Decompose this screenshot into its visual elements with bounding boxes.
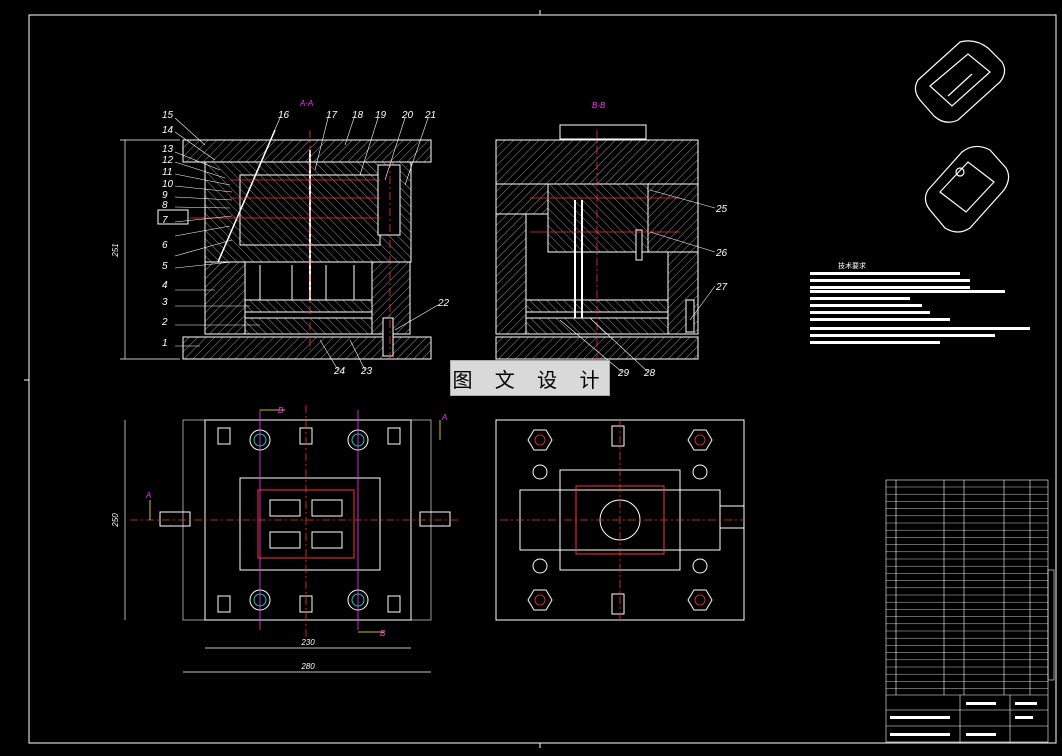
part-19: 19 — [375, 110, 387, 121]
part-28: 28 — [643, 368, 656, 379]
part-11: 11 — [162, 167, 172, 178]
part-numbers-top: 16 17 18 19 20 21 — [278, 110, 436, 121]
part-10: 10 — [162, 179, 174, 190]
part-isometric-bottom — [924, 145, 1010, 233]
part-5: 5 — [162, 261, 168, 272]
part-15: 15 — [162, 110, 174, 121]
part-25: 25 — [715, 204, 728, 215]
part-29: 29 — [617, 368, 630, 379]
dim-outer-width: 280 — [300, 662, 315, 671]
part-14: 14 — [162, 125, 174, 136]
part-8: 8 — [162, 200, 168, 211]
part-3: 3 — [162, 297, 168, 308]
part-27: 27 — [715, 282, 728, 293]
bom-rows — [886, 486, 1048, 689]
section-label-bb: B-B — [592, 101, 606, 110]
tech-req-lines — [810, 272, 1030, 344]
part-20: 20 — [401, 110, 414, 121]
part-1: 1 — [162, 338, 168, 349]
watermark-badge: 图 文 设 计 — [450, 360, 610, 396]
dim-height: 251 — [111, 243, 120, 257]
dim-inner-width: 230 — [300, 638, 315, 647]
marker-b-top: B — [278, 406, 284, 415]
part-16: 16 — [278, 110, 290, 121]
part-6: 6 — [162, 240, 168, 251]
marker-b-bottom: B — [380, 629, 386, 638]
part-13: 13 — [162, 144, 174, 155]
part-12: 12 — [162, 155, 174, 166]
part-18: 18 — [352, 110, 364, 121]
part-numbers-left: 15 14 13 12 11 10 9 8 7 6 5 4 3 2 1 — [161, 110, 174, 349]
title-block-text — [890, 702, 1037, 736]
section-label-aa: A-A — [299, 99, 313, 108]
marker-a-left: A — [145, 491, 151, 500]
part-21: 21 — [424, 110, 436, 121]
part-2: 2 — [161, 317, 168, 328]
tech-req-title: 技术要求 — [838, 261, 866, 270]
part-26: 26 — [715, 248, 728, 259]
part-24: 24 — [333, 366, 346, 377]
dim-plan-height: 250 — [111, 513, 120, 528]
part-7: 7 — [162, 215, 168, 226]
part-17: 17 — [326, 110, 338, 121]
part-4: 4 — [162, 280, 168, 291]
part-23: 23 — [360, 366, 373, 377]
part-22: 22 — [437, 298, 450, 309]
marker-a-right: A — [441, 413, 447, 422]
part-isometric-top — [914, 40, 1006, 123]
